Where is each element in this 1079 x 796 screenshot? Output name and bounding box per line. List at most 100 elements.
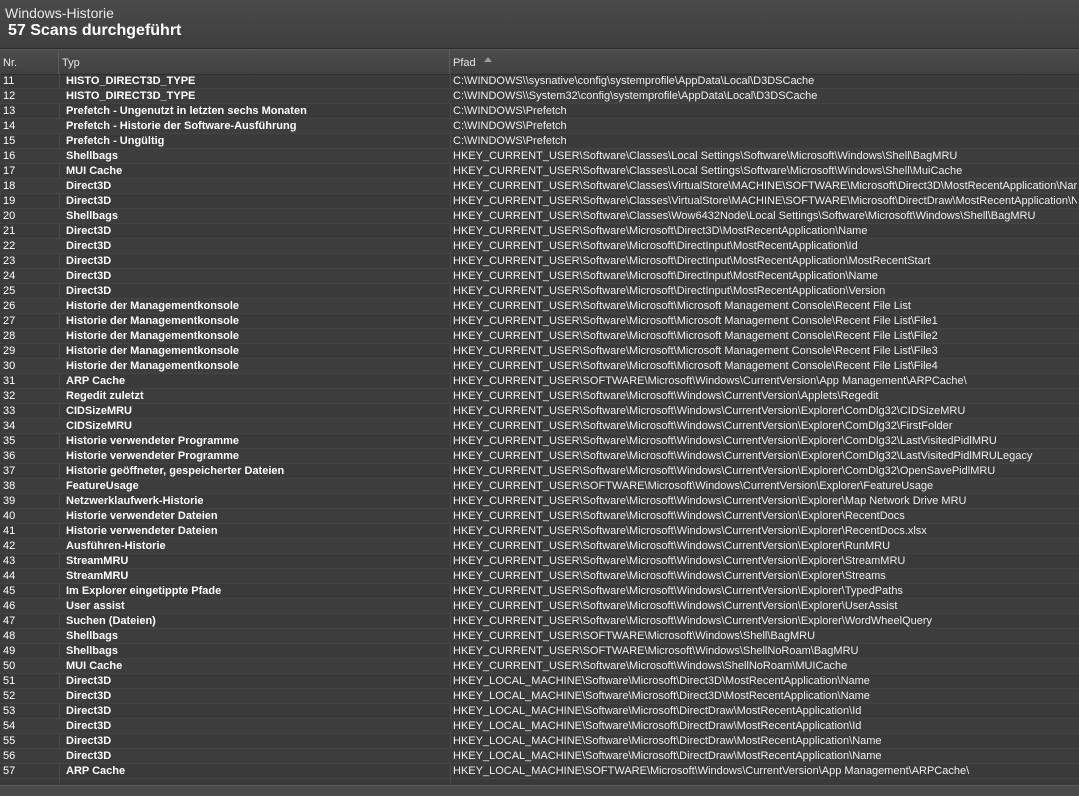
table-row[interactable]: 37 Historie geöffneter, gespeicherter Dat… [0,464,1079,479]
table-row[interactable]: 21 Direct3D HKEY_CURRENT_USER\Software\Mic… [0,224,1079,239]
cell-nr: 29 [3,345,16,357]
cell-nr: 18 [3,180,16,192]
cell-pfad: HKEY_CURRENT_USER\Software\Microsoft\Mic… [453,345,938,357]
cell-typ: Direct3D [66,675,112,687]
table-row[interactable]: 42 Ausführen-Historie HKEY_CURRENT_USER\So… [0,539,1079,554]
table-row[interactable]: 22 Direct3D HKEY_CURRENT_USER\Software\Mic… [0,239,1079,254]
table-row[interactable]: 57 ARP Cache HKEY_LOCAL_MACHINE\SOFTWARE\M… [0,764,1079,779]
cell-pfad: HKEY_CURRENT_USER\Software\Classes\Virtu… [453,180,1077,192]
cell-pfad: C:\WINDOWS\Prefetch [453,135,567,147]
cell-typ: Historie der Managementkonsole [66,300,239,312]
table-header: Nr. Typ Pfad [0,50,1079,75]
table-row[interactable]: 31 ARP Cache HKEY_CURRENT_USER\SOFTWARE\Mi… [0,374,1079,389]
cell-nr: 37 [3,465,16,477]
cell-nr: 36 [3,450,16,462]
table-row[interactable]: 43 StreamMRU HKEY_CURRENT_USER\Software\Mi… [0,554,1079,569]
table-row[interactable]: 50 MUI Cache HKEY_CURRENT_USER\Software\Mi… [0,659,1079,674]
cell-nr: 56 [3,750,16,762]
cell-typ: Direct3D [66,240,112,252]
column-header-nr-label: Nr. [3,57,18,69]
cell-nr: 51 [3,675,16,687]
table-row[interactable]: 19 Direct3D HKEY_CURRENT_USER\Software\Cla… [0,194,1079,209]
table-row[interactable]: 40 Historie verwendeter Dateien HKEY_CURRE… [0,509,1079,524]
cell-typ: Direct3D [66,705,112,717]
table-row[interactable]: 11 HISTO_DIRECT3D_TYPE C:\WINDOWS\\sysnati… [0,74,1079,89]
table-row[interactable]: 24 Direct3D HKEY_CURRENT_USER\Software\Mic… [0,269,1079,284]
cell-pfad: HKEY_LOCAL_MACHINE\Software\Microsoft\Di… [453,735,882,747]
table-row[interactable]: 17 MUI Cache HKEY_CURRENT_USER\Software\Cl… [0,164,1079,179]
cell-nr: 21 [3,225,16,237]
cell-pfad: HKEY_CURRENT_USER\SOFTWARE\Microsoft\Win… [453,480,934,492]
table-row[interactable]: 12 HISTO_DIRECT3D_TYPE C:\WINDOWS\\System3… [0,89,1079,104]
table-row[interactable]: 35 Historie verwendeter Programme HKEY_CUR… [0,434,1079,449]
table-row[interactable]: 53 Direct3D HKEY_LOCAL_MACHINE\Software\Mi… [0,704,1079,719]
table-row[interactable]: 45 Im Explorer eingetippte Pfade HKEY_CURR… [0,584,1079,599]
cell-nr: 12 [3,90,16,102]
table-row[interactable]: 32 Regedit zuletzt HKEY_CURRENT_USER\Softw… [0,389,1079,404]
cell-pfad: HKEY_CURRENT_USER\Software\Microsoft\Dir… [453,270,878,282]
table-row[interactable]: 52 Direct3D HKEY_LOCAL_MACHINE\Software\Mi… [0,689,1079,704]
table-row[interactable]: 26 Historie der Managementkonsole HKEY_CUR… [0,299,1079,314]
cell-typ: HISTO_DIRECT3D_TYPE [66,90,196,102]
table-row[interactable]: 13 Prefetch - Ungenutzt in letzten sechs … [0,104,1079,119]
column-header-nr[interactable]: Nr. [0,50,59,74]
cell-pfad: HKEY_CURRENT_USER\Software\Microsoft\Win… [453,660,848,672]
column-header-typ-label: Typ [62,57,80,69]
cell-nr: 47 [3,615,16,627]
table-row[interactable]: 25 Direct3D HKEY_CURRENT_USER\Software\Mic… [0,284,1079,299]
table-row[interactable]: 29 Historie der Managementkonsole HKEY_CUR… [0,344,1079,359]
table-row[interactable]: 36 Historie verwendeter Programme HKEY_CUR… [0,449,1079,464]
cell-pfad: HKEY_CURRENT_USER\Software\Microsoft\Win… [453,390,879,402]
table-row[interactable]: 23 Direct3D HKEY_CURRENT_USER\Software\Mic… [0,254,1079,269]
cell-typ: Shellbags [66,150,118,162]
cell-nr: 23 [3,255,16,267]
horizontal-scrollbar[interactable] [0,785,1079,796]
table-row[interactable]: 48 Shellbags HKEY_CURRENT_USER\SOFTWARE\Mi… [0,629,1079,644]
table-row[interactable]: 49 Shellbags HKEY_CURRENT_USER\SOFTWARE\Mi… [0,644,1079,659]
cell-pfad: HKEY_CURRENT_USER\Software\Classes\Virtu… [453,195,1077,207]
table-row[interactable]: 33 CIDSizeMRU HKEY_CURRENT_USER\Software\M… [0,404,1079,419]
table-row[interactable]: 54 Direct3D HKEY_LOCAL_MACHINE\Software\Mi… [0,719,1079,734]
cell-nr: 43 [3,555,16,567]
cell-nr: 39 [3,495,16,507]
cell-nr: 54 [3,720,16,732]
cell-pfad: C:\WINDOWS\\System32\config\systemprofil… [453,90,818,102]
cell-typ: Historie der Managementkonsole [66,330,239,342]
cell-nr: 25 [3,285,16,297]
table-row[interactable]: 20 Shellbags HKEY_CURRENT_USER\Software\Cl… [0,209,1079,224]
cell-pfad: HKEY_CURRENT_USER\SOFTWARE\Microsoft\Win… [453,375,967,387]
table-row[interactable]: 15 Prefetch - Ungültig C:\WINDOWS\Prefetch [0,134,1079,149]
table-row[interactable]: 55 Direct3D HKEY_LOCAL_MACHINE\Software\Mi… [0,734,1079,749]
column-header-pfad[interactable]: Pfad [450,50,1079,74]
cell-typ: Direct3D [66,255,112,267]
table-row[interactable]: 27 Historie der Managementkonsole HKEY_CUR… [0,314,1079,329]
table-row[interactable]: 38 FeatureUsage HKEY_CURRENT_USER\SOFTWARE… [0,479,1079,494]
table-row[interactable]: 51 Direct3D HKEY_LOCAL_MACHINE\Software\Mi… [0,674,1079,689]
cell-pfad: HKEY_LOCAL_MACHINE\Software\Microsoft\Di… [453,705,862,717]
table-row[interactable]: 16 Shellbags HKEY_CURRENT_USER\Software\Cl… [0,149,1079,164]
cell-pfad: HKEY_CURRENT_USER\Software\Classes\Local… [453,165,963,177]
cell-nr: 48 [3,630,16,642]
table-row[interactable]: 30 Historie der Managementkonsole HKEY_CUR… [0,359,1079,374]
table-row[interactable]: 34 CIDSizeMRU HKEY_CURRENT_USER\Software\M… [0,419,1079,434]
table-row[interactable]: 56 Direct3D HKEY_LOCAL_MACHINE\Software\Mi… [0,749,1079,764]
cell-nr: 49 [3,645,16,657]
cell-pfad: HKEY_CURRENT_USER\Software\Microsoft\Mic… [453,330,938,342]
table-body: 11 HISTO_DIRECT3D_TYPE C:\WINDOWS\\sysnati… [0,74,1079,779]
cell-pfad: HKEY_CURRENT_USER\Software\Microsoft\Win… [453,510,905,522]
table-row[interactable]: 28 Historie der Managementkonsole HKEY_CUR… [0,329,1079,344]
cell-typ: Historie verwendeter Dateien [66,510,218,522]
cell-nr: 20 [3,210,16,222]
column-header-typ[interactable]: Typ [59,50,450,74]
table-row[interactable]: 18 Direct3D HKEY_CURRENT_USER\Software\Cla… [0,179,1079,194]
scan-summary: 57 Scans durchgeführt [8,22,182,39]
table-row[interactable]: 47 Suchen (Dateien) HKEY_CURRENT_USER\Soft… [0,614,1079,629]
table-row[interactable]: 44 StreamMRU HKEY_CURRENT_USER\Software\Mi… [0,569,1079,584]
cell-pfad: HKEY_CURRENT_USER\Software\Classes\Wow64… [453,210,1036,222]
table-row[interactable]: 39 Netzwerklaufwerk-Historie HKEY_CURRENT_… [0,494,1079,509]
cell-pfad: HKEY_LOCAL_MACHINE\SOFTWARE\Microsoft\Wi… [453,765,970,777]
cell-pfad: HKEY_CURRENT_USER\Software\Microsoft\Mic… [453,360,938,372]
table-row[interactable]: 46 User assist HKEY_CURRENT_USER\Software\… [0,599,1079,614]
table-row[interactable]: 14 Prefetch - Historie der Software-Ausfü… [0,119,1079,134]
table-row[interactable]: 41 Historie verwendeter Dateien HKEY_CURRE… [0,524,1079,539]
